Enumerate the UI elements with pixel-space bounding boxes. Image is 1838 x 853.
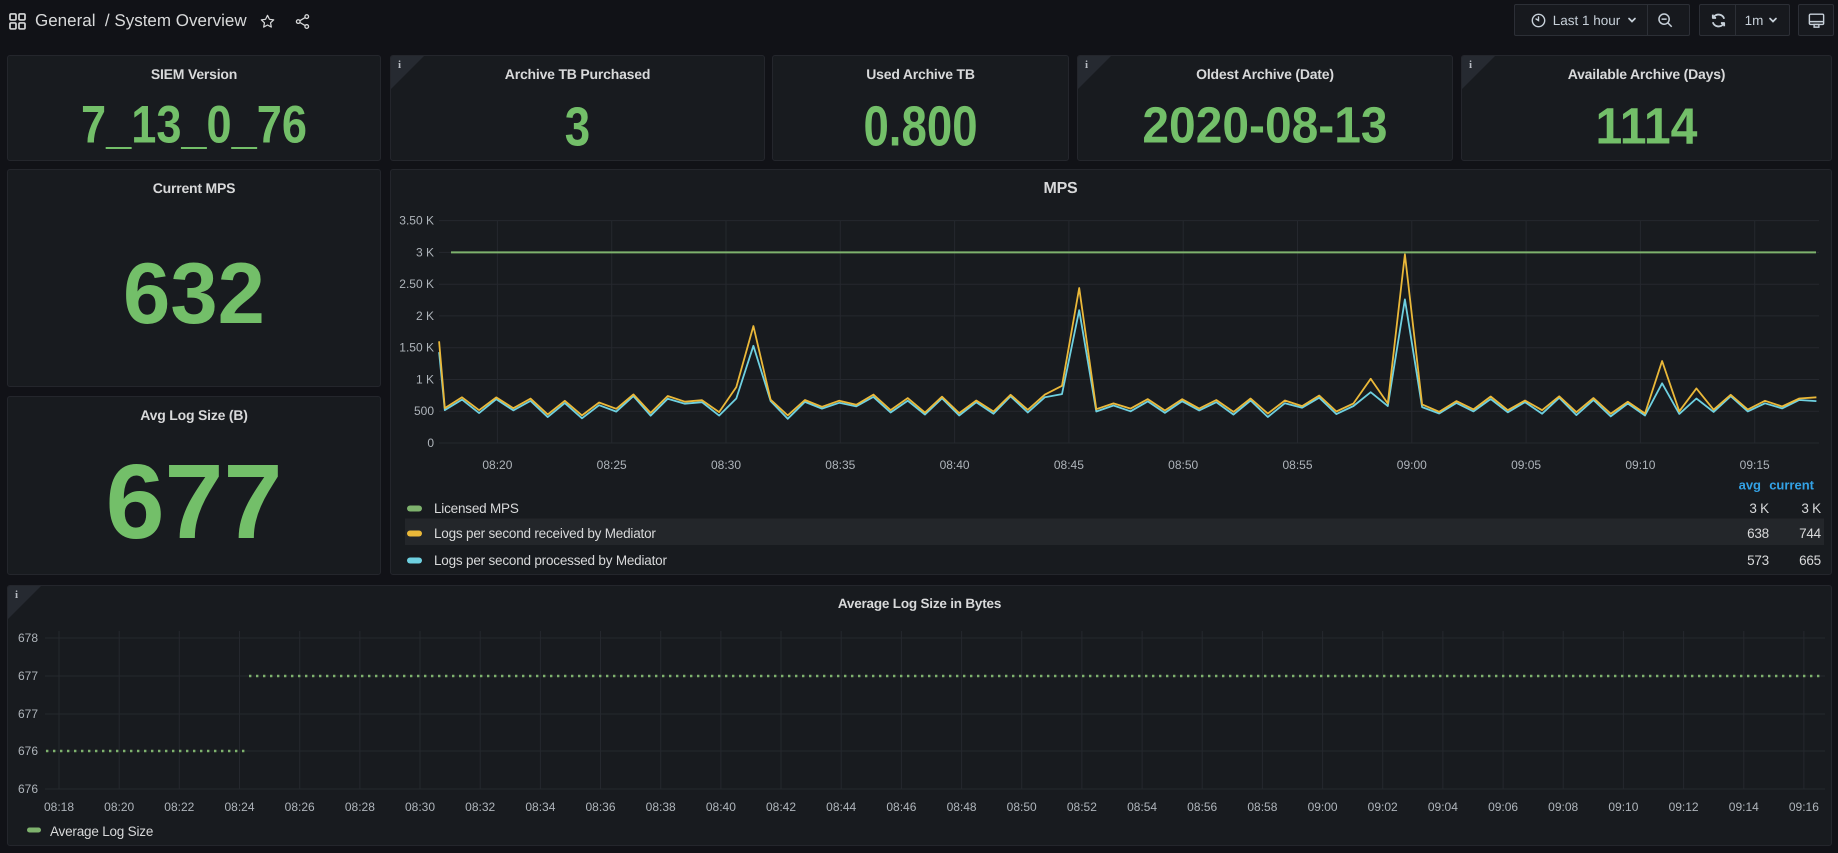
svg-text:08:25: 08:25 xyxy=(597,458,627,472)
svg-text:665: 665 xyxy=(1799,553,1821,568)
svg-text:677: 677 xyxy=(18,669,38,683)
svg-text:573: 573 xyxy=(1747,553,1769,568)
svg-text:08:26: 08:26 xyxy=(285,800,315,814)
svg-text:09:05: 09:05 xyxy=(1511,458,1541,472)
svg-text:08:50: 08:50 xyxy=(1168,458,1198,472)
svg-text:744: 744 xyxy=(1799,526,1822,541)
svg-text:08:42: 08:42 xyxy=(766,800,796,814)
svg-text:08:40: 08:40 xyxy=(706,800,736,814)
svg-text:Average Log Size: Average Log Size xyxy=(50,824,153,839)
svg-text:08:36: 08:36 xyxy=(585,800,615,814)
svg-text:2.50 K: 2.50 K xyxy=(399,277,434,291)
svg-text:08:48: 08:48 xyxy=(947,800,977,814)
svg-text:3 K: 3 K xyxy=(1749,501,1769,516)
svg-text:09:08: 09:08 xyxy=(1548,800,1578,814)
svg-text:3 K: 3 K xyxy=(1801,501,1821,516)
svg-text:current: current xyxy=(1769,478,1814,493)
svg-text:08:46: 08:46 xyxy=(886,800,916,814)
svg-text:08:35: 08:35 xyxy=(825,458,855,472)
svg-text:09:12: 09:12 xyxy=(1669,800,1699,814)
svg-text:678: 678 xyxy=(18,631,38,645)
svg-text:1 K: 1 K xyxy=(416,373,434,387)
svg-text:09:10: 09:10 xyxy=(1608,800,1638,814)
svg-text:08:24: 08:24 xyxy=(224,800,254,814)
svg-text:Logs per second processed by M: Logs per second processed by Mediator xyxy=(434,553,667,568)
svg-text:09:16: 09:16 xyxy=(1789,800,1819,814)
svg-text:638: 638 xyxy=(1747,526,1769,541)
svg-text:avg: avg xyxy=(1739,478,1761,493)
svg-text:09:14: 09:14 xyxy=(1729,800,1759,814)
svg-text:08:28: 08:28 xyxy=(345,800,375,814)
svg-text:09:10: 09:10 xyxy=(1625,458,1655,472)
svg-text:08:52: 08:52 xyxy=(1067,800,1097,814)
svg-text:2 K: 2 K xyxy=(416,309,434,323)
svg-text:0: 0 xyxy=(427,436,434,450)
svg-text:08:38: 08:38 xyxy=(646,800,676,814)
svg-text:09:00: 09:00 xyxy=(1397,458,1427,472)
svg-text:08:54: 08:54 xyxy=(1127,800,1157,814)
svg-text:3 K: 3 K xyxy=(416,245,434,259)
svg-text:Licensed MPS: Licensed MPS xyxy=(434,501,519,516)
svg-text:676: 676 xyxy=(18,744,38,758)
svg-text:08:32: 08:32 xyxy=(465,800,495,814)
svg-text:08:56: 08:56 xyxy=(1187,800,1217,814)
svg-text:08:20: 08:20 xyxy=(482,458,512,472)
svg-text:09:00: 09:00 xyxy=(1308,800,1338,814)
svg-text:08:18: 08:18 xyxy=(44,800,74,814)
svg-text:676: 676 xyxy=(18,782,38,796)
svg-text:08:50: 08:50 xyxy=(1007,800,1037,814)
svg-text:09:06: 09:06 xyxy=(1488,800,1518,814)
svg-text:08:30: 08:30 xyxy=(405,800,435,814)
svg-text:08:40: 08:40 xyxy=(940,458,970,472)
svg-text:08:44: 08:44 xyxy=(826,800,856,814)
svg-text:08:30: 08:30 xyxy=(711,458,741,472)
svg-text:08:45: 08:45 xyxy=(1054,458,1084,472)
svg-text:1.50 K: 1.50 K xyxy=(399,341,434,355)
svg-text:08:22: 08:22 xyxy=(164,800,194,814)
svg-text:677: 677 xyxy=(18,707,38,721)
svg-text:08:34: 08:34 xyxy=(525,800,555,814)
svg-text:09:02: 09:02 xyxy=(1368,800,1398,814)
svg-text:08:58: 08:58 xyxy=(1247,800,1277,814)
svg-text:09:04: 09:04 xyxy=(1428,800,1458,814)
svg-text:09:15: 09:15 xyxy=(1740,458,1770,472)
svg-text:3.50 K: 3.50 K xyxy=(399,214,434,228)
svg-text:08:20: 08:20 xyxy=(104,800,134,814)
svg-text:Logs per second received by Me: Logs per second received by Mediator xyxy=(434,526,656,541)
svg-text:500: 500 xyxy=(414,404,434,418)
svg-text:08:55: 08:55 xyxy=(1282,458,1312,472)
